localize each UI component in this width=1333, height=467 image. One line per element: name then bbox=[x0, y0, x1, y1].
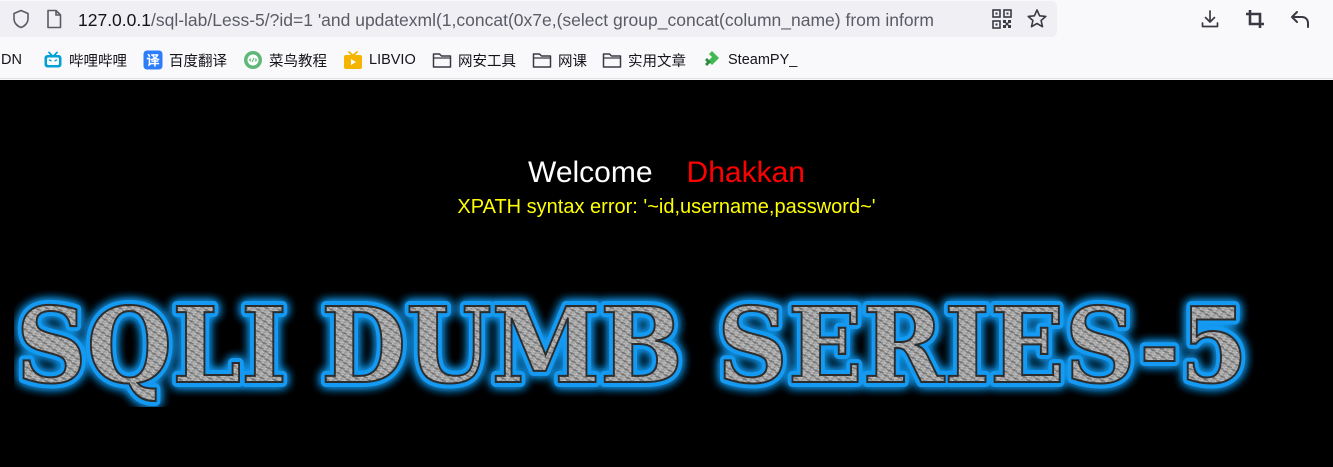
bookmark-dn[interactable]: DN bbox=[1, 50, 22, 70]
translate-icon: 译 bbox=[143, 50, 163, 70]
sqli-dumb-series-banner: SQLI DUMB SERIES-5 SQLI DUMB SERIES-5 bbox=[14, 287, 1253, 407]
bookmarks-toolbar: DN 哔哩哔哩 译 百度翻译 菜鸟教程 LIBVIO 网安工具 网课 实用文章 … bbox=[0, 40, 1333, 79]
libvio-icon bbox=[344, 51, 362, 69]
bilibili-icon bbox=[44, 51, 62, 68]
crop-icon[interactable] bbox=[1244, 8, 1266, 30]
address-bar[interactable]: 127.0.0.1/sql-lab/Less-5/?id=1 'and upda… bbox=[0, 1, 1057, 37]
welcome-text: Welcome bbox=[528, 156, 653, 189]
xpath-error-message: XPATH syntax error: '~id,username,passwo… bbox=[457, 196, 876, 218]
banner-title: SQLI DUMB SERIES-5 bbox=[16, 287, 1248, 407]
browser-toolbar: 127.0.0.1/sql-lab/Less-5/?id=1 'and upda… bbox=[0, 0, 1333, 40]
bookmark-baidu-fanyi[interactable]: 译 百度翻译 bbox=[143, 50, 227, 70]
bookmark-label: 百度翻译 bbox=[169, 53, 227, 70]
bookmark-runoob[interactable]: 菜鸟教程 bbox=[243, 50, 327, 70]
bookmark-label: DN bbox=[1, 52, 22, 68]
welcome-message: Welcome Dhakkan bbox=[0, 155, 1333, 191]
bookmark-label: 菜鸟教程 bbox=[269, 53, 327, 70]
bookmark-folder-shiyong[interactable]: 实用文章 bbox=[602, 50, 686, 70]
bookmark-label: 哔哩哔哩 bbox=[69, 53, 127, 70]
back-arrow-icon[interactable] bbox=[1289, 8, 1311, 30]
bookmark-label: LIBVIO bbox=[369, 52, 416, 68]
url-host: 127.0.0.1 bbox=[78, 10, 151, 30]
steampy-icon bbox=[705, 51, 719, 66]
page-icon bbox=[47, 9, 62, 29]
bookmark-label: 网课 bbox=[558, 53, 587, 70]
url-path: /sql-lab/Less-5/?id=1 'and updatexml(1,c… bbox=[150, 10, 934, 30]
star-icon[interactable] bbox=[1026, 8, 1048, 30]
folder-icon bbox=[432, 53, 452, 68]
url-text[interactable]: 127.0.0.1/sql-lab/Less-5/?id=1 'and upda… bbox=[78, 9, 983, 31]
folder-icon bbox=[602, 53, 622, 68]
bookmark-steampy[interactable]: SteamPY_ bbox=[702, 50, 797, 70]
bookmark-label: 实用文章 bbox=[628, 53, 686, 70]
bookmark-libvio[interactable]: LIBVIO bbox=[343, 50, 416, 70]
bookmark-folder-wangke[interactable]: 网课 bbox=[532, 50, 587, 70]
bookmark-label: 网安工具 bbox=[458, 53, 516, 70]
download-icon[interactable] bbox=[1199, 8, 1221, 30]
svg-text:译: 译 bbox=[146, 54, 160, 69]
user-name: Dhakkan bbox=[686, 156, 805, 189]
qr-code-icon[interactable] bbox=[992, 9, 1012, 29]
shield-icon[interactable] bbox=[11, 9, 31, 29]
bookmark-bilibili[interactable]: 哔哩哔哩 bbox=[43, 50, 127, 70]
page-content: Welcome Dhakkan XPATH syntax error: '~id,… bbox=[0, 80, 1333, 467]
runoob-icon bbox=[244, 51, 262, 69]
folder-icon bbox=[532, 53, 552, 68]
bookmark-folder-wangan[interactable]: 网安工具 bbox=[432, 50, 516, 70]
bookmark-label: SteamPY_ bbox=[728, 52, 798, 68]
